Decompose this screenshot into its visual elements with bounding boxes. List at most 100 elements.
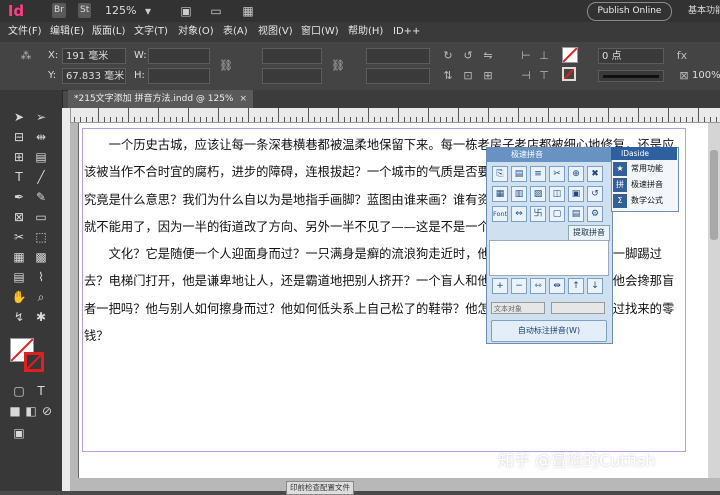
pinyin-undo-button[interactable]: ↺ [587, 186, 603, 202]
zoom-level[interactable]: 125% [105, 2, 136, 20]
apply-none-icon[interactable]: ⊘ [38, 402, 56, 420]
opacity-value[interactable]: 100% [692, 68, 720, 84]
scale-link-icon[interactable]: ⛓ [330, 58, 346, 74]
height-field[interactable] [148, 68, 210, 84]
y-field[interactable]: 67.833 毫米 [62, 68, 126, 84]
view-options-icon[interactable]: ▣ [178, 3, 194, 19]
idaside-item-math[interactable]: Σ 数学公式 [613, 194, 675, 208]
line-tool-icon[interactable]: ╱ [32, 168, 50, 186]
document-tab[interactable]: *215文字添加 拼音方法.indd @ 125% × [68, 90, 254, 108]
formatting-container-icon[interactable]: ▢ [10, 382, 28, 400]
selection-tool-icon[interactable]: ➤ [10, 108, 28, 126]
pinyin-copy-button[interactable]: ⎘ [492, 166, 508, 182]
gradient-feather-tool-icon[interactable]: ▩ [32, 248, 50, 266]
pinyin-select-button[interactable]: ▤ [511, 166, 527, 182]
menu-help[interactable]: 帮助(H) [348, 22, 383, 42]
menu-table[interactable]: 表(A) [223, 22, 248, 42]
idaside-item-pinyin[interactable]: 拼 极速拼音 [613, 178, 675, 192]
pen-tool-icon[interactable]: ✒ [10, 188, 28, 206]
pinyin-align-button[interactable]: ≡ [530, 166, 546, 182]
stroke-type-dropdown[interactable] [598, 70, 664, 82]
scale-y-field[interactable] [262, 68, 322, 84]
formatting-text-icon[interactable]: T [32, 382, 50, 400]
note-tool-icon[interactable]: ▤ [10, 268, 28, 286]
select-content-icon[interactable]: ⊞ [480, 68, 496, 84]
mode-swap-icon[interactable]: ↯ [10, 308, 28, 326]
gradient-swatch-tool-icon[interactable]: ▦ [10, 248, 28, 266]
pinyin-down-button[interactable]: ↓ [587, 278, 603, 294]
pinyin-font-button[interactable]: Font [492, 206, 508, 222]
rectangle-frame-tool-icon[interactable]: ⊠ [10, 208, 28, 226]
page-tool-icon[interactable]: ⊟ [10, 128, 28, 146]
pinyin-narrow-button[interactable]: ⇹ [549, 278, 565, 294]
stroke-proxy[interactable] [24, 352, 44, 372]
reference-point-icon[interactable]: ⁂ [18, 48, 34, 64]
format-icon[interactable]: ✱ [32, 308, 50, 326]
select-container-icon[interactable]: ⊡ [460, 68, 476, 84]
align-left-icon[interactable]: ⊢ [518, 48, 534, 64]
pinyin-insert-button[interactable]: ⊕ [568, 166, 584, 182]
pinyin-up-button[interactable]: ↑ [568, 278, 584, 294]
menu-file[interactable]: 文件(F) [8, 22, 42, 42]
secondary-select[interactable] [551, 302, 605, 314]
rotate-ccw-icon[interactable]: ↺ [460, 48, 476, 64]
zoom-dropdown-icon[interactable]: ▾ [140, 3, 156, 19]
pinyin-widen-button[interactable]: ⇿ [530, 278, 546, 294]
x-field[interactable]: 191 毫米 [62, 48, 126, 64]
stock-button[interactable]: St [78, 3, 92, 18]
workspace-switcher[interactable]: 基本功能 [688, 2, 720, 20]
hand-tool-icon[interactable]: ✋ [10, 288, 28, 306]
distribute-icon[interactable]: ⊣ [518, 68, 534, 84]
pinyin-add-button[interactable]: + [492, 278, 508, 294]
type-tool-icon[interactable]: T [10, 168, 28, 186]
rotate-cw-icon[interactable]: ↻ [440, 48, 456, 64]
pinyin-tool-c-button[interactable]: ▨ [530, 186, 546, 202]
direct-selection-tool-icon[interactable]: ➢ [32, 108, 50, 126]
fill-swatch[interactable] [562, 47, 578, 63]
pinyin-tool-e-button[interactable]: ▣ [568, 186, 584, 202]
content-collector-icon[interactable]: ⊞ [10, 148, 28, 166]
menu-type[interactable]: 文字(T) [134, 22, 168, 42]
menu-edit[interactable]: 编辑(E) [50, 22, 84, 42]
horizontal-ruler[interactable] [68, 108, 720, 123]
constrain-proportions-icon[interactable]: ⛓ [218, 58, 234, 74]
flip-vertical-icon[interactable]: ⇅ [440, 68, 456, 84]
text-object-select[interactable]: 文本对象 [491, 302, 545, 314]
stroke-swatch[interactable] [562, 67, 576, 81]
eyedropper-tool-icon[interactable]: ⌇ [32, 268, 50, 286]
free-transform-tool-icon[interactable]: ⬚ [32, 228, 50, 246]
fetch-pinyin-button[interactable]: 提取拼音 [568, 225, 610, 241]
scale-x-field[interactable] [262, 48, 322, 64]
screen-mode-normal-icon[interactable]: ▣ [10, 424, 28, 442]
effects-icon[interactable]: fx [674, 48, 690, 64]
pinyin-text-area[interactable] [489, 240, 609, 276]
scrollbar-thumb[interactable] [710, 150, 718, 240]
pinyin-remove-button[interactable]: − [511, 278, 527, 294]
menu-window[interactable]: 窗口(W) [301, 22, 339, 42]
rectangle-tool-icon[interactable]: ▭ [32, 208, 50, 226]
bridge-button[interactable]: Br [52, 3, 66, 18]
zoom-tool-icon[interactable]: ⌕ [32, 288, 50, 306]
close-icon[interactable]: × [239, 94, 247, 104]
content-placer-icon[interactable]: ▤ [32, 148, 50, 166]
menu-idpp[interactable]: ID++ [393, 22, 420, 42]
pinyin-delete-button[interactable]: ✖ [587, 166, 603, 182]
publish-online-button[interactable]: Publish Online [587, 2, 672, 21]
align-center-icon[interactable]: ⊥ [536, 48, 552, 64]
width-field[interactable] [148, 48, 210, 64]
pencil-tool-icon[interactable]: ✎ [32, 188, 50, 206]
menu-view[interactable]: 视图(V) [258, 22, 293, 42]
pinyin-tool-a-button[interactable]: ▦ [492, 186, 508, 202]
arrange-documents-icon[interactable]: ▦ [240, 3, 256, 19]
auto-annotate-pinyin-button[interactable]: 自动标注拼音(W) [491, 320, 607, 342]
pinyin-tool-b-button[interactable]: ▥ [511, 186, 527, 202]
pinyin-spacing-button[interactable]: ⇔ [511, 206, 527, 222]
rotate-field[interactable] [366, 48, 430, 64]
menu-layout[interactable]: 版面(L) [92, 22, 125, 42]
shear-field[interactable] [366, 68, 430, 84]
flip-horizontal-icon[interactable]: ⇋ [480, 48, 496, 64]
pinyin-frame-button[interactable]: ▢ [549, 206, 565, 222]
screen-mode-icon[interactable]: ▭ [208, 3, 224, 19]
pinyin-group-button[interactable]: ▤ [568, 206, 584, 222]
stroke-weight-field[interactable]: 0 点 [598, 48, 664, 64]
